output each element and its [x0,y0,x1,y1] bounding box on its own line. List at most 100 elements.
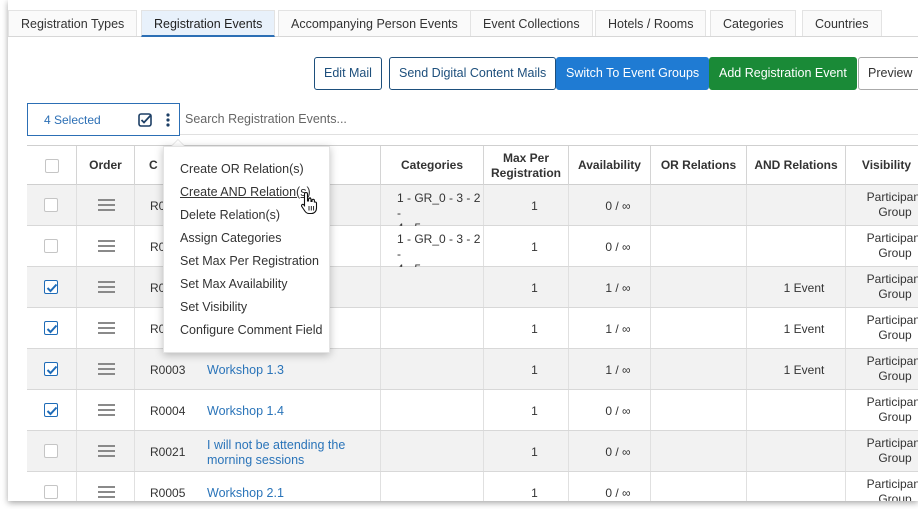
table-row[interactable]: R0021 I will not be attending the morning … [27,431,918,472]
drag-handle-icon[interactable] [98,199,115,211]
menu-item-assign-categories[interactable]: Assign Categories [180,231,281,245]
drag-handle-icon[interactable] [98,281,115,293]
header-visibility[interactable]: Visibility [845,146,918,185]
header-categories[interactable]: Categories [380,146,483,185]
row-checkbox[interactable] [44,321,58,335]
column-divider [746,472,747,501]
column-divider [483,267,484,307]
bulk-actions-menu: Create OR Relation(s) Create AND Relatio… [163,146,330,353]
column-divider [746,390,747,430]
more-options-icon[interactable] [164,112,172,128]
column-divider [746,308,747,348]
event-name-link[interactable]: Workshop 1.3 [207,363,284,378]
row-checkbox[interactable] [44,362,58,376]
drag-handle-icon[interactable] [98,363,115,375]
column-divider [746,267,747,307]
menu-item-create-and-relations[interactable]: Create AND Relation(s) [180,185,311,199]
checkmark-icon [46,406,58,416]
visibility-line2: Group [878,246,912,260]
visibility-line1: Participant [866,272,918,286]
availability: 0 / ∞ [605,199,631,213]
column-divider [845,226,846,266]
drag-handle-icon[interactable] [98,240,115,252]
table-row[interactable]: R01 - GR_0 - 3 - 2 -4 - 510 / ∞Participa… [27,226,918,276]
table-row[interactable]: R0004 Workshop 1.4 1 0 / ∞ Participant Group [27,390,918,431]
select-all-checkbox[interactable] [44,158,59,173]
drag-handle-icon[interactable] [98,404,115,416]
menu-item-set-visibility[interactable]: Set Visibility [180,300,247,314]
tab-registration-types[interactable]: Registration Types [8,10,138,36]
visibility-line1: Participant [866,190,918,204]
column-divider [134,267,135,307]
column-divider [380,185,381,225]
tab-registration-events[interactable]: Registration Events [141,10,276,37]
max-per-registration: 1 [531,199,538,213]
event-name-line1: Workshop 1.3 [207,363,284,377]
visibility: Participant Group [855,395,918,425]
column-divider [76,390,77,430]
header-order[interactable]: Order [76,146,134,185]
table-row[interactable]: R0003 Workshop 1.3 1 1 / ∞ 1 Event Participan… [27,349,918,390]
drag-handle-icon[interactable] [98,486,115,498]
add-registration-event-button[interactable]: Add Registration Event [709,57,857,90]
column-divider [76,349,77,389]
column-divider [845,185,846,225]
header-select [27,146,76,185]
header-max-per-registration[interactable]: Max Per Registration [483,146,568,185]
menu-item-set-max-per-registration[interactable]: Set Max Per Registration [180,254,319,268]
event-name-link[interactable]: Workshop 1.4 [207,404,284,419]
event-name-link[interactable]: Workshop 2.1 [207,486,284,501]
max-per-registration: 1 [531,486,538,500]
column-divider [380,349,381,389]
event-code: R0004 [150,404,186,418]
visibility-line1: Participant [866,395,918,409]
row-checkbox[interactable] [44,403,58,417]
column-divider [380,226,381,266]
availability: 1 / ∞ [605,363,631,377]
tab-event-collections[interactable]: Event Collections [470,10,593,36]
row-checkbox[interactable] [44,280,58,294]
hand-cursor-icon [300,191,318,215]
header-or-relations[interactable]: OR Relations [650,146,746,185]
header-and-relations[interactable]: AND Relations [746,146,845,185]
menu-item-create-or-relations[interactable]: Create OR Relation(s) [180,162,304,176]
table-row[interactable]: R0 1 1 / ∞ 1 Event Participant Group [27,267,918,308]
column-divider [76,308,77,348]
menu-item-set-max-availability[interactable]: Set Max Availability [180,277,287,291]
row-checkbox[interactable] [44,239,58,253]
header-availability[interactable]: Availability [568,146,650,185]
table-row[interactable]: R0005 Workshop 2.1 1 0 / ∞ Participant Group [27,472,918,501]
menu-item-delete-relations[interactable]: Delete Relation(s) [180,208,280,222]
max-per-registration: 1 [531,445,538,459]
table-row[interactable]: R0 1 1 / ∞ 1 Event Participant Group [27,308,918,349]
row-checkbox[interactable] [44,485,58,499]
categories-line1: 1 - GR_0 - 3 - 2 - [397,191,481,220]
drag-handle-icon[interactable] [98,322,115,334]
edit-mail-button[interactable]: Edit Mail [314,57,382,90]
checkmark-icon [46,365,58,375]
column-divider [746,431,747,471]
switch-to-event-groups-button[interactable]: Switch To Event Groups [556,57,710,90]
header-max-line1: Max Per [502,150,550,165]
search-input[interactable] [180,104,918,135]
tab-categories[interactable]: Categories [710,10,797,36]
availability: 1 / ∞ [605,281,631,295]
row-checkbox[interactable] [44,444,58,458]
column-divider [76,267,77,307]
menu-item-configure-comment-field[interactable]: Configure Comment Field [180,323,322,337]
preview-button[interactable]: Preview [858,57,918,90]
max-per-registration: 1 [531,322,538,336]
header-max-line2: Registration [490,165,561,180]
row-checkbox[interactable] [44,198,58,212]
table-row[interactable]: R01 - GR_0 - 3 - 2 -4 - 510 / ∞Participa… [27,185,918,235]
column-divider [483,431,484,471]
send-digital-content-mails-button[interactable]: Send Digital Content Mails [389,57,557,90]
visibility-line2: Group [878,451,912,465]
event-name-link[interactable]: I will not be attending the morning sessi… [207,438,345,468]
check-all-icon[interactable] [138,113,152,127]
event-code: R0003 [150,363,186,377]
drag-handle-icon[interactable] [98,445,115,457]
tab-countries[interactable]: Countries [802,10,882,36]
tab-hotels-rooms[interactable]: Hotels / Rooms [595,10,707,36]
tab-accompanying-person-events[interactable]: Accompanying Person Events [278,10,471,36]
